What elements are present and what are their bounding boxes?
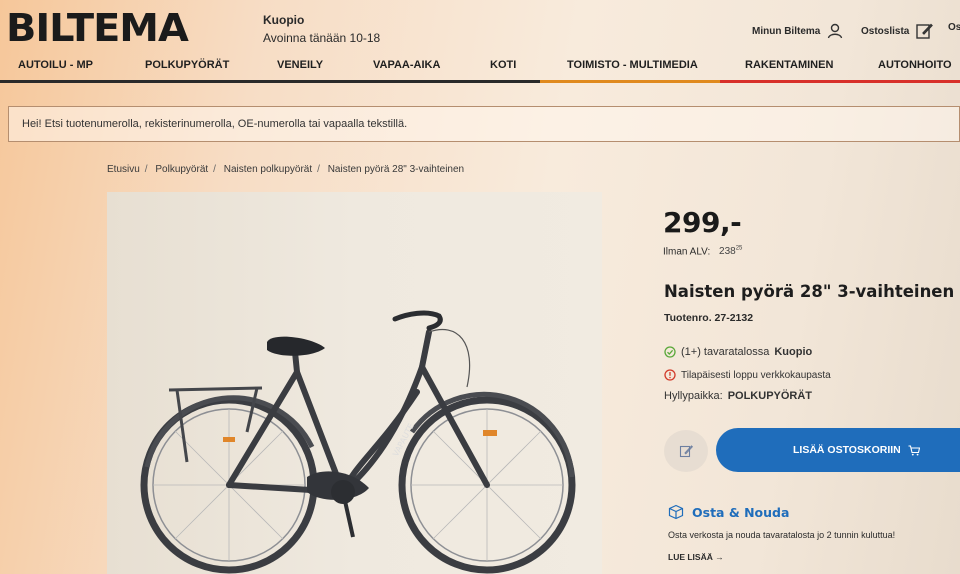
add-to-list-button[interactable] [664, 430, 708, 472]
search-input[interactable]: Hei! Etsi tuotenumerolla, rekisterinumer… [8, 106, 960, 142]
store-stock-status[interactable]: (1+) tavaratalossa Kuopio [664, 346, 812, 358]
package-icon [668, 504, 684, 520]
click-collect-title: Osta & Nouda [692, 504, 790, 520]
user-icon [828, 23, 843, 39]
shopping-list-link[interactable]: Ostoslista [861, 22, 934, 40]
product-title: Naisten pyörä 28" 3-vaihteinen [664, 282, 955, 301]
store-stock-name: Kuopio [774, 346, 813, 358]
nav-item-autonhoito[interactable]: AUTONHOITO [878, 59, 952, 71]
click-collect-heading: Osta & Nouda [668, 504, 789, 520]
warning-circle-icon [664, 369, 676, 381]
my-biltema-link[interactable]: Minun Biltema [752, 22, 844, 40]
arrow-right-icon: → [715, 552, 724, 562]
store-stock-text: (1+) tavaratalossa [681, 346, 770, 358]
nav-item-vapaa-aika[interactable]: VAPAA-AIKA [373, 59, 440, 71]
bicycle-illustration: VAPAUTE [140, 310, 576, 574]
cart-icon [908, 444, 920, 455]
nav-item-koti[interactable]: KOTI [490, 59, 516, 71]
nav-item-toimisto[interactable]: TOIMISTO - MULTIMEDIA [567, 59, 698, 71]
nav-item-veneily[interactable]: VENEILY [277, 59, 323, 71]
store-info[interactable]: Kuopio Avoinna tänään 10-18 [263, 11, 380, 47]
online-stock-text: Tilapäisesti loppu verkkokaupasta [681, 369, 831, 381]
main-nav: AUTOILU - MP POLKUPYÖRÄT VENEILY VAPAA-A… [0, 56, 960, 78]
nav-stripe-orange [540, 80, 720, 83]
breadcrumb-current: Naisten pyörä 28" 3-vaihteinen [327, 164, 465, 175]
breadcrumb-womens-bicycles[interactable]: Naisten polkupyörät [224, 164, 312, 175]
edit-list-icon [916, 23, 934, 39]
cart-link[interactable]: Os [948, 22, 960, 33]
nav-item-rakentaminen[interactable]: RAKENTAMINEN [745, 59, 833, 71]
store-city: Kuopio [263, 13, 305, 27]
vat-price-main: 238 [719, 246, 736, 258]
price-without-vat: Ilman ALV: 23825 [663, 246, 742, 257]
vat-price-cents: 25 [735, 246, 743, 252]
shelf-label: Hyllypaikka: [664, 390, 723, 402]
shelf-location: Hyllypaikka: POLKUPYÖRÄT [664, 390, 812, 402]
store-hours: Avoinna tänään 10-18 [263, 31, 381, 45]
breadcrumb: Etusivu / Polkupyörät / Naisten polkupyörä… [107, 164, 465, 175]
read-more-label: LUE LISÄÄ [668, 552, 713, 562]
vat-label: Ilman ALV: [663, 246, 711, 258]
check-circle-icon [664, 346, 676, 358]
site-header: BILTEMA Kuopio Avoinna tänään 10-18 Minu… [0, 0, 960, 56]
nav-stripe-red [720, 80, 960, 83]
browser-screen: BILTEMA Kuopio Avoinna tänään 10-18 Minu… [0, 0, 960, 574]
breadcrumb-home[interactable]: Etusivu [107, 164, 140, 175]
biltema-logo[interactable]: BILTEMA [6, 8, 189, 48]
nav-item-autoilu[interactable]: AUTOILU - MP [18, 59, 93, 71]
vat-price: 23825 [719, 246, 742, 257]
cart-label: Os [948, 22, 960, 33]
product-sku: Tuotenro. 27-2132 [664, 312, 754, 324]
product-image[interactable]: VAPAUTE [107, 192, 602, 574]
shopping-list-label: Ostoslista [861, 25, 910, 37]
edit-icon [679, 445, 693, 458]
online-stock-status: Tilapäisesti loppu verkkokaupasta [664, 369, 831, 381]
my-biltema-label: Minun Biltema [752, 25, 821, 37]
read-more-link[interactable]: LUE LISÄÄ → [668, 552, 724, 562]
add-to-cart-label: LISÄÄ OSTOSKORIIN [793, 444, 901, 456]
shelf-value: POLKUPYÖRÄT [727, 390, 813, 402]
click-collect-text: Osta verkosta ja nouda tavaratalosta jo … [668, 530, 896, 540]
add-to-cart-button[interactable]: LISÄÄ OSTOSKORIIN [716, 428, 960, 472]
nav-stripe-dark [0, 80, 540, 83]
breadcrumb-bicycles[interactable]: Polkupyörät [155, 164, 208, 175]
nav-item-polkupyorat[interactable]: POLKUPYÖRÄT [145, 59, 229, 71]
product-price: 299,- [663, 206, 742, 239]
